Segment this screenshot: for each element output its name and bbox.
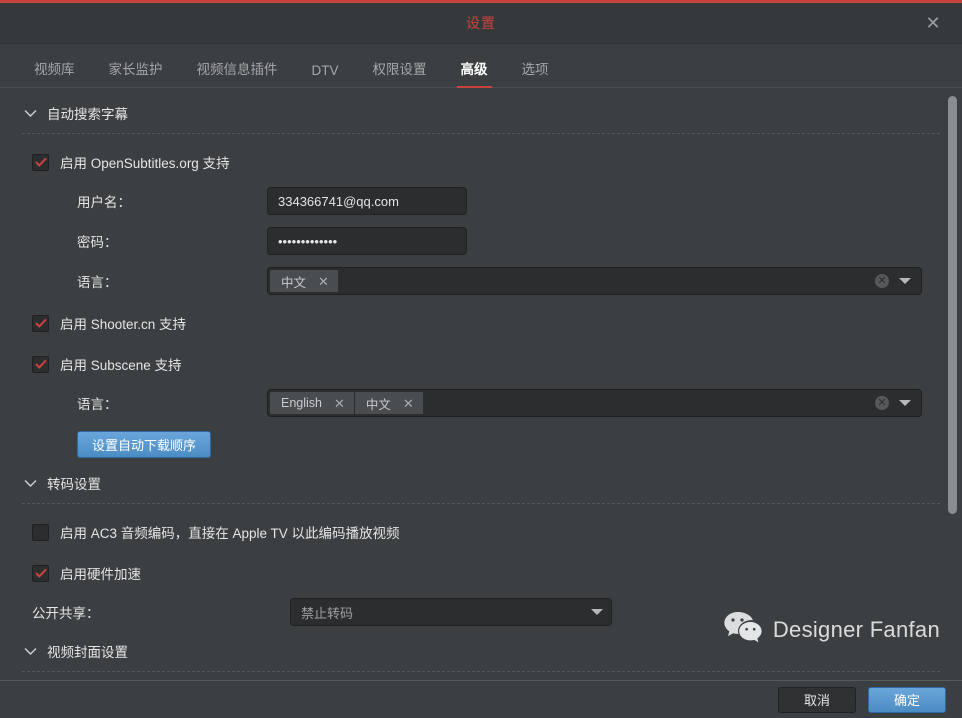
language-row-subscene: 语言： English ✕ 中文 ✕ ✕	[22, 389, 940, 417]
set-download-order-button[interactable]: 设置自动下载顺序	[77, 431, 211, 458]
clear-circle-icon[interactable]: ✕	[875, 396, 889, 410]
public-share-label: 公开共享：	[32, 602, 290, 622]
vertical-scrollbar[interactable]	[947, 88, 958, 680]
checkbox-hardware-acceleration[interactable]	[32, 565, 49, 582]
chevron-down-icon	[22, 475, 38, 491]
checkbox-label: 启用 Subscene 支持	[60, 354, 182, 374]
tag-label: 中文	[366, 394, 391, 413]
settings-body: 自动搜索字幕 启用 OpenSubtitles.org 支持 用户名： 密码： …	[0, 88, 962, 680]
tab-parental[interactable]: 家长监护	[97, 58, 175, 87]
language-label: 语言：	[32, 393, 267, 413]
subscene-row: 启用 Subscene 支持	[22, 351, 940, 377]
language-row-opensubtitles: 语言： 中文 ✕ ✕	[22, 267, 940, 295]
section-divider	[22, 133, 940, 134]
title-bar: 设置 ✕	[0, 3, 962, 44]
close-icon[interactable]: ✕	[922, 12, 944, 34]
tab-dtv[interactable]: DTV	[300, 63, 351, 87]
tag-label: English	[281, 396, 322, 410]
public-share-select[interactable]: 禁止转码	[290, 598, 612, 626]
confirm-button[interactable]: 确定	[868, 687, 946, 713]
chevron-down-icon[interactable]	[899, 400, 911, 406]
checkbox-shooter[interactable]	[32, 315, 49, 332]
select-value: 禁止转码	[301, 603, 353, 622]
opensubtitles-row: 启用 OpenSubtitles.org 支持	[22, 149, 940, 175]
tag-list: English ✕ 中文 ✕	[270, 392, 424, 414]
section-title: 视频封面设置	[47, 641, 128, 661]
section-divider	[22, 503, 940, 504]
username-row: 用户名：	[22, 187, 940, 215]
tab-video-info[interactable]: 视频信息插件	[185, 58, 290, 87]
checkbox-subscene[interactable]	[32, 356, 49, 373]
tag-remove-icon[interactable]: ✕	[403, 397, 414, 410]
tab-video-library[interactable]: 视频库	[22, 58, 87, 87]
username-label: 用户名：	[32, 191, 267, 211]
dialog-footer: 取消 确定	[0, 680, 962, 718]
language-multiselect-subscene[interactable]: English ✕ 中文 ✕ ✕	[267, 389, 922, 417]
section-header-cover[interactable]: 视频封面设置	[22, 626, 940, 661]
password-label: 密码：	[32, 231, 267, 251]
section-title: 转码设置	[47, 473, 101, 493]
tag-item[interactable]: 中文 ✕	[270, 270, 339, 292]
clear-circle-icon[interactable]: ✕	[875, 274, 889, 288]
tab-bar: 视频库 家长监护 视频信息插件 DTV 权限设置 高级 选项	[0, 44, 962, 88]
password-input[interactable]	[267, 227, 467, 255]
checkbox-label: 启用 AC3 音频编码，直接在 Apple TV 以此编码播放视频	[60, 522, 400, 542]
tab-permissions[interactable]: 权限设置	[361, 58, 439, 87]
scrollbar-thumb[interactable]	[948, 96, 957, 514]
tab-options[interactable]: 选项	[510, 58, 561, 87]
checkbox-label: 启用 Shooter.cn 支持	[60, 313, 186, 333]
language-multiselect-opensubtitles[interactable]: 中文 ✕ ✕	[267, 267, 922, 295]
section-header-auto-subtitles[interactable]: 自动搜索字幕	[22, 88, 940, 123]
settings-content: 自动搜索字幕 启用 OpenSubtitles.org 支持 用户名： 密码： …	[0, 88, 962, 680]
page-title: 设置	[466, 13, 496, 33]
field-actions: ✕	[875, 390, 917, 416]
checkbox-label: 启用 OpenSubtitles.org 支持	[60, 152, 230, 172]
checkbox-ac3[interactable]	[32, 524, 49, 541]
section-divider	[22, 671, 940, 672]
tag-remove-icon[interactable]: ✕	[334, 397, 345, 410]
tab-advanced[interactable]: 高级	[449, 58, 500, 87]
cancel-button[interactable]: 取消	[778, 687, 856, 713]
tag-list: 中文 ✕	[270, 270, 339, 292]
checkbox-label: 启用硬件加速	[60, 563, 141, 583]
chevron-down-icon[interactable]	[899, 278, 911, 284]
language-label: 语言：	[32, 271, 267, 291]
section-header-transcode[interactable]: 转码设置	[22, 458, 940, 493]
shooter-row: 启用 Shooter.cn 支持	[22, 310, 940, 336]
public-share-row: 公开共享： 禁止转码	[22, 598, 940, 626]
chevron-down-icon[interactable]	[591, 609, 603, 615]
checkbox-opensubtitles[interactable]	[32, 154, 49, 171]
username-input[interactable]	[267, 187, 467, 215]
settings-dialog: 设置 ✕ 视频库 家长监护 视频信息插件 DTV 权限设置 高级 选项 自动搜索…	[0, 0, 962, 718]
section-title: 自动搜索字幕	[47, 103, 128, 123]
chevron-down-icon	[22, 643, 38, 659]
field-actions: ✕	[875, 268, 917, 294]
hwaccel-row: 启用硬件加速	[22, 560, 940, 586]
password-row: 密码：	[22, 227, 940, 255]
tag-item[interactable]: 中文 ✕	[355, 392, 424, 414]
ac3-row: 启用 AC3 音频编码，直接在 Apple TV 以此编码播放视频	[22, 519, 940, 545]
chevron-down-icon	[22, 105, 38, 121]
tag-remove-icon[interactable]: ✕	[318, 275, 329, 288]
tag-item[interactable]: English ✕	[270, 392, 355, 414]
tag-label: 中文	[281, 272, 306, 291]
